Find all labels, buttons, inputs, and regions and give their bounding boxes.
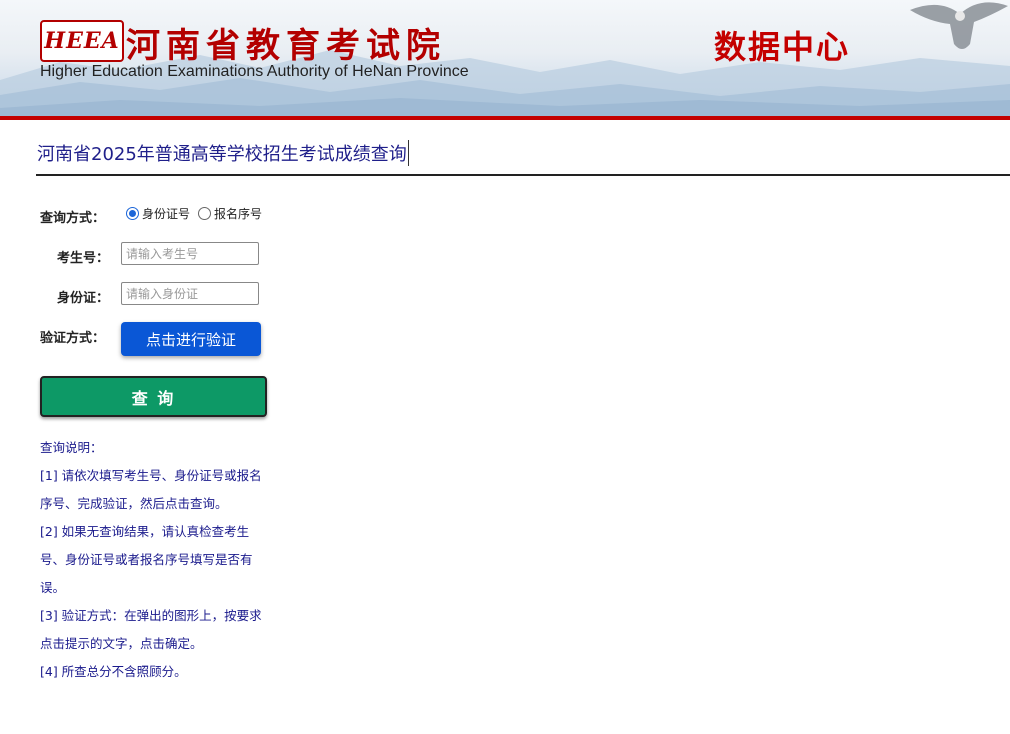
- verify-button[interactable]: 点击进行验证: [121, 322, 261, 356]
- radio-button-unchecked[interactable]: [198, 207, 212, 220]
- title-divider: [36, 174, 1010, 176]
- id-card-label: 身份证：: [57, 291, 110, 306]
- page-title: 河南省2025年普通高等学校招生考试成绩查询: [37, 140, 409, 166]
- header-divider: [0, 116, 1010, 120]
- instructions-heading: 查询说明：: [40, 440, 103, 455]
- exam-id-label: 考生号：: [57, 251, 110, 266]
- radio-button-checked[interactable]: [126, 207, 139, 220]
- radio-id-card-label: 身份证号: [142, 207, 191, 221]
- id-card-input[interactable]: [121, 282, 259, 305]
- site-name-cn: 河南省教育考试院: [126, 26, 446, 66]
- instruction-item: [2] 如果无查询结果，请认真检查考生号、身份证号或者报名序号填写是否有误。: [40, 524, 253, 595]
- radio-registration-number[interactable]: 报名序号: [198, 205, 262, 222]
- exam-id-input[interactable]: [121, 242, 259, 265]
- instruction-item: [4] 所查总分不含照顾分。: [40, 664, 187, 679]
- query-method-radio-group: 身份证号 报名序号: [126, 205, 270, 222]
- eagle-icon: [910, 2, 1008, 49]
- heea-logo: HEEA: [40, 20, 124, 62]
- radio-id-card[interactable]: 身份证号: [126, 205, 190, 222]
- instruction-item: [3] 验证方式：在弹出的图形上，按要求点击提示的文字，点击确定。: [40, 608, 262, 651]
- section-title: 数据中心: [714, 28, 851, 66]
- query-method-label: 查询方式：: [40, 211, 106, 226]
- query-instructions: 查询说明： [1] 请依次填写考生号、身份证号或报名序号、完成验证，然后点击查询…: [40, 434, 270, 686]
- radio-registration-number-label: 报名序号: [214, 207, 263, 221]
- query-button[interactable]: 查 询: [40, 376, 267, 417]
- verify-method-label: 验证方式：: [40, 331, 106, 346]
- instruction-item: [1] 请依次填写考生号、身份证号或报名序号、完成验证，然后点击查询。: [40, 468, 262, 511]
- site-header: HEEA 河南省教育考试院 Higher Education Examinati…: [0, 0, 1010, 117]
- site-name-en: Higher Education Examinations Authority …: [40, 63, 469, 80]
